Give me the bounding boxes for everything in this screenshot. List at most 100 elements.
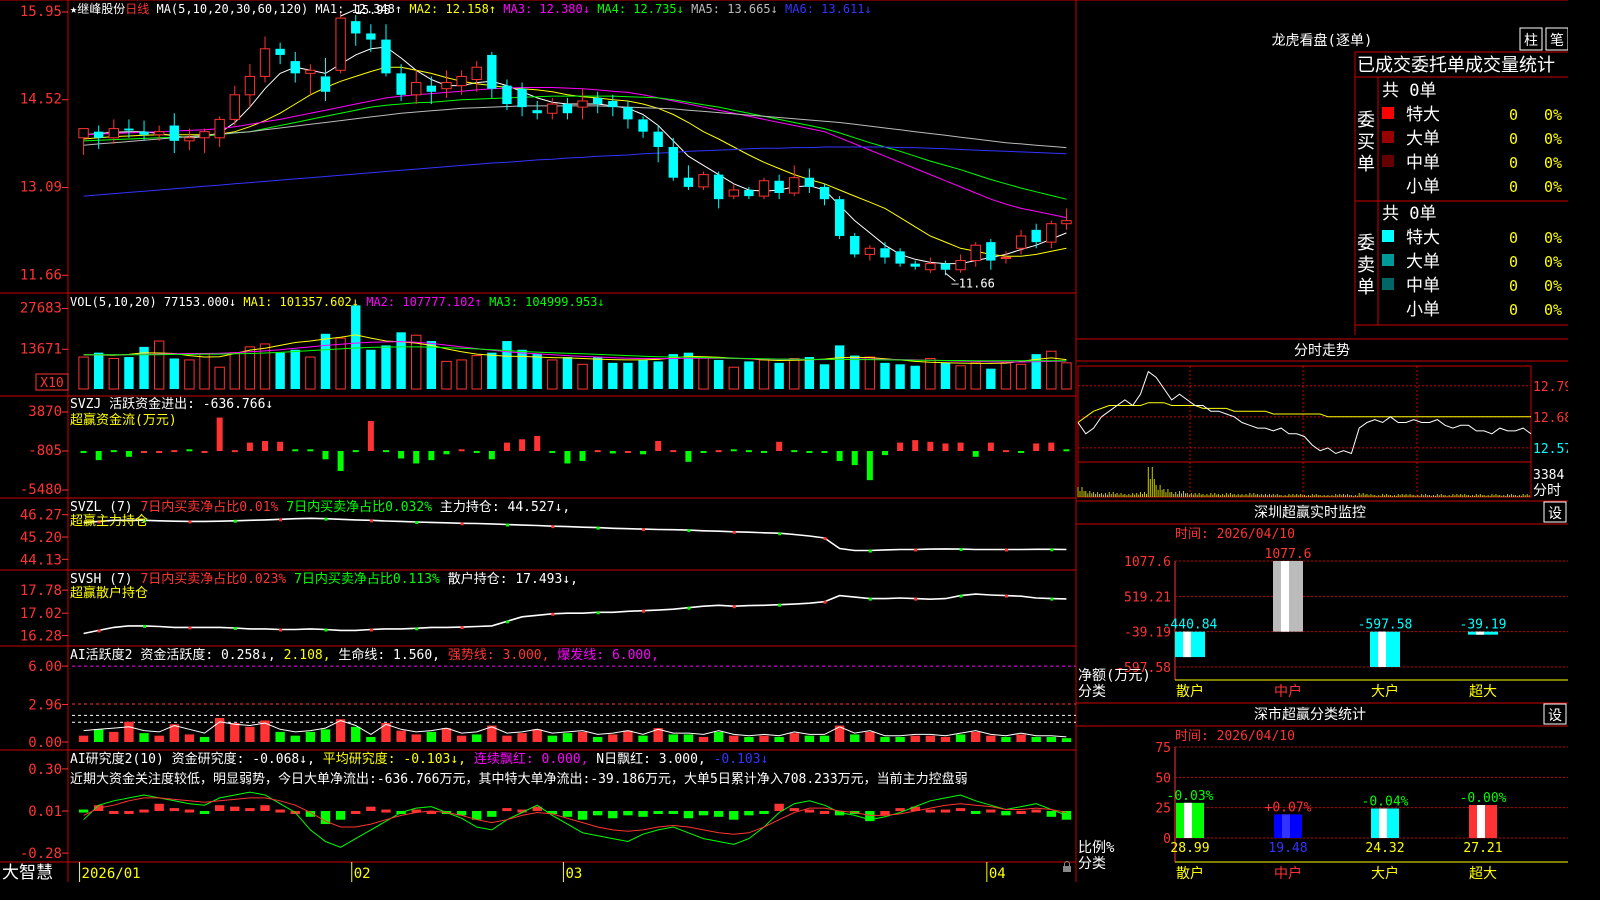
candle[interactable] xyxy=(698,171,709,190)
candle[interactable] xyxy=(305,64,316,95)
sz-class-bar-shine xyxy=(1379,808,1387,838)
svsh-tick-mark xyxy=(732,605,736,609)
candle[interactable] xyxy=(925,257,936,273)
candle[interactable] xyxy=(366,24,376,52)
candle[interactable] xyxy=(608,94,618,117)
candle[interactable] xyxy=(895,248,905,267)
candle[interactable] xyxy=(1061,208,1072,230)
candle[interactable] xyxy=(623,100,633,129)
candle[interactable] xyxy=(320,58,331,101)
candle[interactable] xyxy=(986,239,996,270)
candle[interactable] xyxy=(93,125,104,149)
fundflow-bar xyxy=(670,450,677,453)
candle[interactable] xyxy=(335,11,346,74)
ai2-red-value: 0.000, xyxy=(542,752,597,767)
activity-bar xyxy=(305,731,316,742)
activity-bar xyxy=(93,729,104,742)
candle[interactable] xyxy=(940,260,951,276)
candle-body xyxy=(320,76,331,92)
candle[interactable] xyxy=(290,51,300,83)
candle[interactable] xyxy=(789,165,800,197)
candle[interactable] xyxy=(880,242,890,264)
candle[interactable] xyxy=(169,113,179,154)
candle[interactable] xyxy=(229,85,240,126)
ai1-burst-title: 爆发线: xyxy=(557,647,612,663)
research-bar xyxy=(729,811,739,820)
svsh-title: 散户持仓: xyxy=(448,571,516,587)
candle[interactable] xyxy=(638,116,648,138)
volume-bar xyxy=(169,358,179,389)
activity-bar xyxy=(698,736,709,742)
candle[interactable] xyxy=(758,177,770,200)
candle[interactable] xyxy=(834,196,845,240)
sz-class-settings-button[interactable]: 设 xyxy=(1543,703,1567,725)
candle[interactable] xyxy=(728,183,739,200)
candle[interactable] xyxy=(502,79,512,111)
ma-value: MA4: 12.735↓ xyxy=(597,2,691,16)
candle[interactable] xyxy=(244,64,256,108)
candle[interactable] xyxy=(713,171,724,209)
sz-class-category: 中户 xyxy=(1274,865,1302,882)
bar-view-button[interactable]: 柱 xyxy=(1519,27,1543,51)
volume-bar xyxy=(78,356,89,390)
candle[interactable] xyxy=(774,174,784,200)
volume-bar xyxy=(199,353,210,390)
candle[interactable] xyxy=(532,100,542,120)
candle[interactable] xyxy=(351,15,361,46)
candle[interactable] xyxy=(683,165,694,190)
candle[interactable] xyxy=(653,125,663,163)
fundflow-bar xyxy=(488,451,495,460)
candle[interactable] xyxy=(411,70,422,105)
sz-monitor-settings-button[interactable]: 设 xyxy=(1543,501,1567,523)
candle[interactable] xyxy=(864,245,876,261)
candle-body xyxy=(864,247,876,255)
candle[interactable] xyxy=(577,88,588,120)
svsh-tick-mark xyxy=(959,594,963,598)
candle[interactable] xyxy=(970,242,981,267)
candle[interactable] xyxy=(1046,220,1057,249)
activity-bar xyxy=(819,735,830,742)
candle[interactable] xyxy=(804,168,815,194)
activity-bar xyxy=(532,729,542,742)
volume-bar xyxy=(1046,350,1057,390)
lock-icon[interactable] xyxy=(1063,866,1071,872)
fundflow-bar xyxy=(1033,443,1040,451)
intraday-y-label: 12.68 xyxy=(1533,411,1568,426)
activity-bar xyxy=(290,735,300,742)
candle[interactable] xyxy=(850,232,860,258)
sell-row-pct: 0% xyxy=(1544,253,1562,271)
volume-bar xyxy=(986,368,996,389)
ma-line-6 xyxy=(83,146,1067,197)
candle[interactable] xyxy=(910,260,920,270)
candle[interactable] xyxy=(184,128,195,151)
candle[interactable] xyxy=(108,119,119,144)
candle[interactable] xyxy=(471,61,482,92)
research-bar xyxy=(381,809,391,813)
sz-class-bar-shine xyxy=(1282,814,1290,838)
svzl-tick-mark xyxy=(596,526,600,530)
volume-bar xyxy=(93,352,104,389)
candle[interactable] xyxy=(562,97,573,120)
tick-view-button[interactable]: 笔 xyxy=(1545,27,1568,51)
candle[interactable] xyxy=(487,51,497,98)
candle[interactable] xyxy=(78,128,89,155)
fundflow-bar xyxy=(549,450,556,453)
sell-side-label: 卖 xyxy=(1357,255,1375,276)
candle[interactable] xyxy=(592,91,603,114)
candle[interactable] xyxy=(214,116,225,147)
low-price-label: —11.66 xyxy=(951,276,994,290)
candle[interactable] xyxy=(381,24,391,77)
activity-bar xyxy=(1046,736,1057,742)
candle[interactable] xyxy=(819,183,830,206)
candle[interactable] xyxy=(199,128,210,154)
volume-bar xyxy=(366,349,376,389)
candle[interactable] xyxy=(1031,223,1041,249)
dragon-panel: 龙虎看盘(逐单) 柱笔已成交委托单成交量统计委买单共 0单特大 0 0%大单 0 0%中单… xyxy=(1272,27,1568,335)
candle[interactable] xyxy=(441,70,452,98)
candle[interactable] xyxy=(275,42,285,65)
activity-bar xyxy=(713,731,724,742)
fundflow-bar xyxy=(367,420,374,451)
candle[interactable] xyxy=(955,254,966,273)
candle[interactable] xyxy=(124,119,134,138)
candle[interactable] xyxy=(259,36,271,83)
